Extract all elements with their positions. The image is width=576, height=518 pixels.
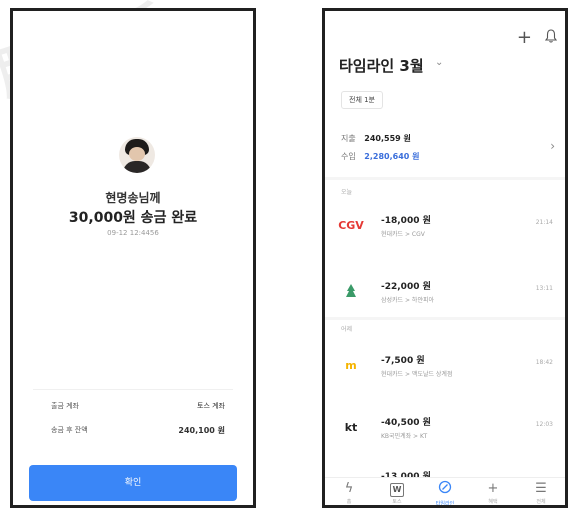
timeline-title[interactable]: 타임라인 3월 [339, 55, 424, 76]
recipient-name: 현명송님께 [105, 191, 161, 205]
transaction-row[interactable]: kt -40,500 원 KB국민계좌 > KT 12:03 [325, 409, 565, 449]
transfer-complete-message: 30,000원 송금 완료 [68, 210, 198, 226]
inflow-summary: 수입 2,280,640 원 [341, 151, 419, 162]
transaction-amount: -40,500 원 [381, 418, 431, 428]
transaction-time: 18:42 [535, 359, 553, 366]
kt-icon: kt [344, 420, 358, 434]
transaction-time: 21:14 [535, 219, 553, 226]
balance-after-value: 240,100 원 [178, 426, 225, 435]
withdraw-account-row: 출금 계좌 토스 계좌 [51, 401, 239, 411]
withdraw-account-value: 토스 계좌 [197, 402, 225, 410]
transaction-desc: 현대카드 > 맥도날드 상계점 [381, 371, 453, 378]
inflow-label: 수입 [341, 152, 356, 161]
transfer-complete-screen: 현명송님께 30,000원 송금 완료 09-12 12:4456 출금 계좌 … [10, 8, 256, 508]
divider [325, 317, 565, 320]
filter-chip[interactable]: 전체 1분 [341, 91, 383, 109]
bottom-tab-bar: ϟ 홈 W 토스 타임라인 + 혜택 ☰ 전체 [325, 477, 565, 507]
balance-after-label: 송금 후 잔액 [51, 426, 88, 434]
bell-icon[interactable] [544, 28, 558, 47]
clock-icon [421, 480, 469, 500]
outflow-label: 지출 [341, 134, 356, 143]
transaction-desc: 삼성카드 > 하얀피아 [381, 297, 435, 304]
tab-label: 토스 [392, 499, 402, 505]
outflow-value: 240,559 원 [364, 134, 411, 143]
transaction-amount: -18,000 원 [381, 216, 431, 226]
transaction-time: 13:11 [535, 285, 553, 292]
transaction-time: 12:03 [535, 421, 553, 428]
transaction-desc: 현대카드 > CGV [381, 231, 425, 238]
transaction-desc: KB국민계좌 > KT [381, 433, 428, 440]
tab-home[interactable]: ϟ 홈 [325, 478, 373, 505]
section-yesterday: 어제 [341, 326, 353, 333]
inflow-value: 2,280,640 원 [364, 152, 420, 161]
transaction-row[interactable]: CGV -18,000 원 현대카드 > CGV 21:14 [325, 207, 565, 247]
tab-all[interactable]: ☰ 전체 [517, 478, 565, 505]
balance-after-row: 송금 후 잔액 240,100 원 [51, 425, 239, 435]
transaction-amount: -22,000 원 [381, 282, 431, 292]
confirm-button[interactable]: 확인 [29, 465, 237, 501]
tab-label: 혜택 [488, 499, 498, 505]
avatar [119, 137, 155, 173]
info-divider [33, 389, 233, 390]
tab-label: 전체 [536, 499, 546, 505]
tab-label: 홈 [346, 499, 352, 505]
withdraw-account-label: 출금 계좌 [51, 402, 79, 410]
tab-toss[interactable]: W 토스 [373, 478, 421, 505]
plus-icon: + [487, 481, 499, 496]
cgv-icon: CGV [338, 218, 364, 232]
transfer-memo: 09-12 12:4456 [107, 229, 159, 237]
add-icon[interactable]: + [517, 28, 532, 47]
transaction-amount: -7,500 원 [381, 356, 425, 366]
timeline-screen: + 타임라인 3월 ⌄ 전체 1분 지출 240,559 원 수입 2,280,… [322, 8, 568, 508]
chevron-right-icon[interactable]: › [550, 139, 555, 153]
mcdonalds-icon: m [345, 358, 357, 372]
pin-icon [341, 281, 361, 301]
outflow-summary: 지출 240,559 원 [341, 133, 411, 144]
tab-timeline[interactable]: 타임라인 [421, 478, 469, 507]
transaction-row[interactable]: -22,000 원 삼성카드 > 하얀피아 13:11 [325, 273, 565, 313]
tab-benefits[interactable]: + 혜택 [469, 478, 517, 505]
menu-icon: ☰ [535, 481, 547, 496]
divider [325, 177, 565, 180]
section-today: 오늘 [341, 189, 353, 196]
tab-label: 타임라인 [435, 501, 455, 507]
chevron-down-icon[interactable]: ⌄ [435, 57, 443, 68]
lightning-icon: ϟ [344, 481, 354, 496]
w-icon: W [373, 480, 421, 498]
transaction-row[interactable]: m -7,500 원 현대카드 > 맥도날드 상계점 18:42 [325, 347, 565, 387]
